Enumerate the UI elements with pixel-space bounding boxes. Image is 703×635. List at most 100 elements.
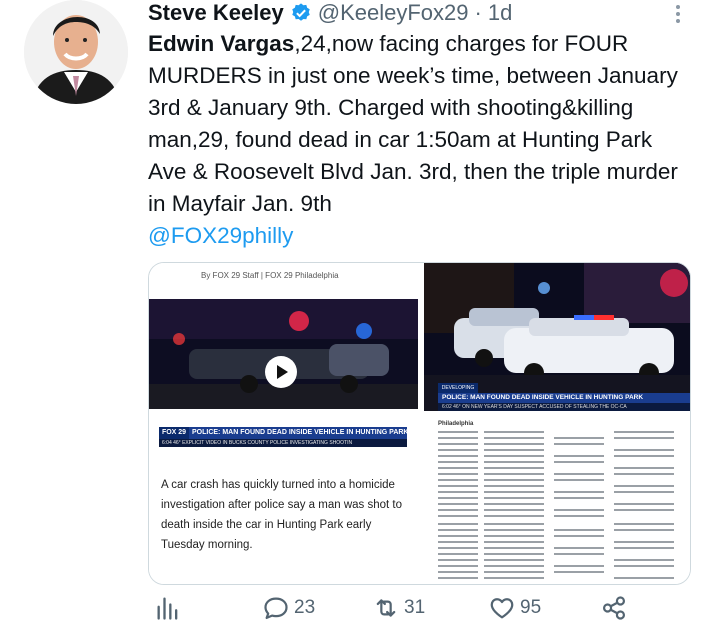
document-line xyxy=(614,541,674,543)
document-line xyxy=(438,565,478,567)
document-line xyxy=(484,479,544,481)
views-button[interactable] xyxy=(154,592,182,624)
document-line xyxy=(484,473,544,475)
header-separator: · xyxy=(474,0,482,25)
mention-link[interactable]: @FOX29philly xyxy=(148,223,293,248)
document-line xyxy=(484,485,544,487)
document-line xyxy=(484,547,544,549)
reply-button[interactable]: 23 xyxy=(262,592,315,624)
document-line xyxy=(438,529,478,531)
document-line xyxy=(438,443,478,445)
reply-bubble-icon xyxy=(262,594,290,622)
video-headline: POLICE: MAN FOUND DEAD INSIDE VEHICLE IN… xyxy=(189,427,407,439)
document-line xyxy=(614,523,674,525)
document-line xyxy=(438,503,478,505)
document-line xyxy=(614,529,674,531)
media-scene-photo[interactable]: DEVELOPING STORY POLICE: MAN FOUND DEAD … xyxy=(424,263,690,411)
document-line xyxy=(484,509,544,511)
document-line xyxy=(614,503,674,505)
document-line xyxy=(484,431,544,433)
media-court-document[interactable]: Philadelphia xyxy=(424,417,690,584)
document-line xyxy=(484,467,544,469)
document-line xyxy=(484,571,544,573)
document-line xyxy=(614,577,674,579)
author-name[interactable]: Steve Keeley xyxy=(148,0,284,26)
share-button[interactable] xyxy=(600,592,628,624)
document-line xyxy=(438,535,478,537)
like-button[interactable]: 95 xyxy=(488,592,541,624)
author-handle[interactable]: @KeeleyFox29 xyxy=(318,0,469,26)
verified-badge-icon xyxy=(290,2,312,24)
like-count: 95 xyxy=(520,597,542,618)
document-line xyxy=(484,497,544,499)
document-line xyxy=(554,455,604,457)
document-line xyxy=(484,553,544,555)
tweet-time[interactable]: 1d xyxy=(488,0,512,26)
document-line xyxy=(438,541,478,543)
document-line xyxy=(614,473,674,475)
document-line xyxy=(484,565,544,567)
scene-headline: POLICE: MAN FOUND DEAD INSIDE VEHICLE IN… xyxy=(438,393,690,403)
document-line xyxy=(438,577,478,579)
document-line xyxy=(554,509,604,511)
document-line xyxy=(438,473,478,475)
document-line xyxy=(554,437,604,439)
heart-icon xyxy=(488,594,516,622)
video-ticker: 6:04 46° EXPLICIT VIDEO IN BUCKS COUNTY … xyxy=(159,439,407,447)
author-avatar[interactable] xyxy=(24,0,128,104)
play-button[interactable] xyxy=(265,356,297,388)
document-line xyxy=(614,449,674,451)
document-line xyxy=(438,467,478,469)
document-line xyxy=(484,529,544,531)
article-snippet: A car crash has quickly turned into a ho… xyxy=(161,479,402,551)
document-line xyxy=(484,523,544,525)
document-line xyxy=(438,431,478,433)
document-line xyxy=(484,461,544,463)
scene-ticker: 6:02 46° ON NEW YEAR'S DAY SUSPECT ACCUS… xyxy=(438,403,690,411)
document-line xyxy=(554,443,604,445)
video-lower-third: FOX 29 POLICE: MAN FOUND DEAD INSIDE VEH… xyxy=(159,427,407,439)
fox29-logo: FOX 29 xyxy=(159,427,189,439)
document-line xyxy=(438,523,478,525)
document-line xyxy=(554,571,604,573)
media-video-article[interactable]: By FOX 29 Staff | FOX 29 Philadelphia FO… xyxy=(149,263,418,584)
document-line xyxy=(554,473,604,475)
document-line xyxy=(438,485,478,487)
document-line xyxy=(438,449,478,451)
retweet-icon xyxy=(372,594,400,622)
video-thumbnail[interactable] xyxy=(149,299,418,409)
document-line xyxy=(554,497,604,499)
more-options-icon[interactable] xyxy=(668,2,688,26)
tweet-text-body: ,24,now facing charges for FOUR MURDERS … xyxy=(148,31,678,216)
document-line xyxy=(614,467,674,469)
document-title: Philadelphia xyxy=(438,421,474,427)
retweet-count: 31 xyxy=(404,597,426,618)
document-line xyxy=(554,553,604,555)
tweet-text-lead: Edwin Vargas xyxy=(148,31,295,56)
document-line xyxy=(614,455,674,457)
document-line xyxy=(438,509,478,511)
developing-story-tag: DEVELOPING STORY xyxy=(438,383,478,401)
document-line xyxy=(484,455,544,457)
document-line xyxy=(438,547,478,549)
article-byline: By FOX 29 Staff | FOX 29 Philadelphia xyxy=(201,271,339,280)
document-line xyxy=(438,553,478,555)
document-line xyxy=(438,515,478,517)
document-line xyxy=(438,479,478,481)
document-line xyxy=(438,437,478,439)
document-line xyxy=(554,535,604,537)
document-line xyxy=(554,479,604,481)
document-line xyxy=(614,509,674,511)
document-line xyxy=(484,449,544,451)
retweet-button[interactable]: 31 xyxy=(372,592,425,624)
document-line xyxy=(484,577,544,579)
document-line xyxy=(484,515,544,517)
document-line xyxy=(554,547,604,549)
document-line xyxy=(484,443,544,445)
document-line xyxy=(554,461,604,463)
document-line xyxy=(438,461,478,463)
document-line xyxy=(438,455,478,457)
document-line xyxy=(614,431,674,433)
document-line xyxy=(614,491,674,493)
reply-count: 23 xyxy=(294,597,316,618)
